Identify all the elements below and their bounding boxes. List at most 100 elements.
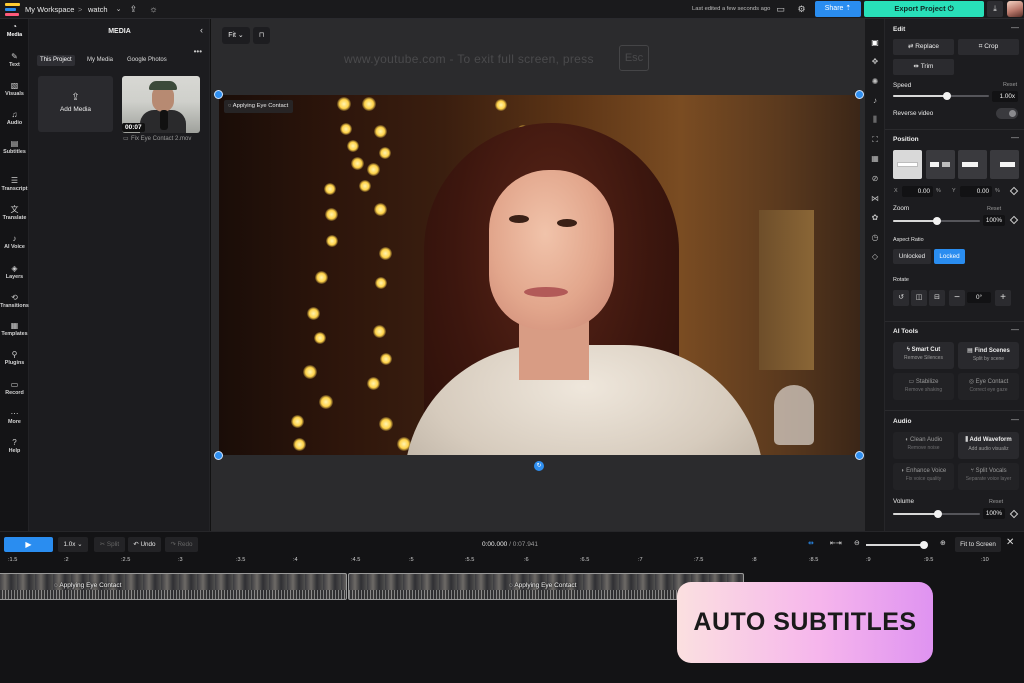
volume-slider-knob[interactable] <box>934 510 942 518</box>
sparkle-icon[interactable]: ✺ <box>869 76 881 88</box>
grid-icon[interactable]: ▦ <box>869 153 881 165</box>
timeline-clip[interactable]: ◌ Applying Eye Contact <box>0 573 347 600</box>
rotate-increase-button[interactable]: + <box>995 290 1011 306</box>
zoom-value[interactable]: 100% <box>983 215 1005 226</box>
video-preview[interactable] <box>219 95 860 455</box>
lightbulb-icon[interactable]: ☼ <box>148 4 159 15</box>
timer-icon[interactable]: ◷ <box>869 232 881 244</box>
add-waveform-card[interactable]: ⫼ Add Waveform Add audio visualiz <box>958 432 1019 459</box>
split-button[interactable]: ✂ Split <box>94 537 125 552</box>
zoom-slider-knob[interactable] <box>933 217 941 225</box>
flip-horizontal-button[interactable]: ◫ <box>911 290 927 306</box>
resize-handle-top-right[interactable] <box>855 90 864 99</box>
snap-icon[interactable]: ⇹ <box>808 539 814 547</box>
equalizer-icon[interactable]: ⫼ <box>869 114 881 126</box>
nav-help[interactable]: ? Help <box>0 438 29 455</box>
nav-transitions[interactable]: ⟲ Transitions <box>0 293 29 310</box>
rotate-handle[interactable]: ↻ <box>534 461 544 471</box>
aspect-locked-button[interactable]: Locked <box>934 249 965 264</box>
fit-width-icon[interactable]: ⇤⇥ <box>830 539 842 547</box>
nav-ai-voice[interactable]: ♪ AI Voice <box>0 234 29 251</box>
unlock-aspect-button[interactable]: ⊓ <box>253 27 270 44</box>
nav-visuals[interactable]: ▧ Visuals <box>0 81 29 98</box>
eye-contact-card[interactable]: ◎ Eye Contact Correct eye gaze <box>958 373 1019 400</box>
nav-text[interactable]: ✎ Text <box>0 52 29 69</box>
x-value[interactable]: 0.00 <box>902 186 933 197</box>
zoom-out-icon[interactable]: ⊖ <box>854 539 860 547</box>
volume-value[interactable]: 100% <box>983 508 1005 519</box>
smart-cut-card[interactable]: ϟ Smart Cut Remove Silences <box>893 342 954 369</box>
replace-button[interactable]: ⇄ Replace <box>893 39 954 55</box>
share-button[interactable]: Share ⇡ <box>815 1 861 17</box>
download-button[interactable]: ⤓ <box>987 1 1003 17</box>
crop-button[interactable]: ⌗ Crop <box>958 39 1019 55</box>
nav-media[interactable]: ◔ Media <box>0 22 29 39</box>
resize-handle-bottom-right[interactable] <box>855 451 864 460</box>
nav-plugins[interactable]: ⚲ Plugins <box>0 350 29 367</box>
link-icon[interactable]: ⊘ <box>869 173 881 185</box>
collapse-icon[interactable]: — <box>1011 133 1019 142</box>
transition-icon[interactable]: ⋈ <box>869 193 881 205</box>
rotate-left-button[interactable]: ↺ <box>893 290 909 306</box>
speed-slider-knob[interactable] <box>943 92 951 100</box>
position-right[interactable] <box>990 150 1019 179</box>
undo-button[interactable]: ↶ Undo <box>128 537 161 552</box>
upload-icon[interactable]: ⇪ <box>128 4 139 15</box>
clean-audio-card[interactable]: ◖ Clean Audio Remove noise <box>893 432 954 459</box>
speed-reset[interactable]: Reset <box>1003 82 1017 88</box>
layers-icon[interactable]: ◇ <box>869 251 881 263</box>
nav-layers[interactable]: ◈ Layers <box>0 264 29 281</box>
stabilize-card[interactable]: ▭ Stabilize Remove shaking <box>893 373 954 400</box>
fit-to-screen-button[interactable]: Fit to Screen <box>955 537 1001 552</box>
nav-record[interactable]: ▭ Record <box>0 380 29 397</box>
avatar[interactable] <box>1007 1 1023 17</box>
playback-speed-dropdown[interactable]: 1.0x ⌄ <box>58 537 88 552</box>
enhance-voice-card[interactable]: ◗ Enhance Voice Fix voice quality <box>893 463 954 490</box>
y-value[interactable]: 0.00 <box>960 186 992 197</box>
tab-my-media[interactable]: My Media <box>84 55 116 66</box>
nav-templates[interactable]: ▦ Templates <box>0 321 29 338</box>
keyframe-diamond-icon[interactable] <box>1009 509 1019 519</box>
timeline-ruler[interactable]: :1.5 :2 :2.5 :3 :3.5 :4 :4.5 :5 :5.5 :6 … <box>0 554 1024 566</box>
zoom-in-icon[interactable]: ⊕ <box>940 539 946 547</box>
export-project-button[interactable]: Export Project ⏻ <box>864 1 984 17</box>
flip-vertical-button[interactable]: ⊟ <box>929 290 945 306</box>
split-vocals-card[interactable]: ⑂ Split Vocals Separate voice layer <box>958 463 1019 490</box>
reverse-video-toggle[interactable] <box>996 108 1018 119</box>
collapse-icon[interactable]: — <box>1011 23 1019 32</box>
app-logo-icon[interactable] <box>5 3 20 16</box>
resize-handle-top-left[interactable] <box>214 90 223 99</box>
aspect-unlocked-button[interactable]: Unlocked <box>893 249 931 264</box>
resize-handle-bottom-left[interactable] <box>214 451 223 460</box>
more-options-icon[interactable]: ••• <box>194 47 202 56</box>
keyframe-diamond-icon[interactable] <box>1009 186 1019 196</box>
speed-value[interactable]: 1.00x <box>992 91 1018 102</box>
fit-dropdown[interactable]: Fit ⌄ <box>222 27 250 44</box>
position-left[interactable] <box>926 150 955 179</box>
play-button[interactable]: ▶ <box>4 537 53 552</box>
close-icon[interactable]: ✕ <box>1006 537 1014 548</box>
film-icon[interactable]: ▣ <box>869 37 881 49</box>
timeline-zoom-knob[interactable] <box>920 541 928 549</box>
chevron-down-icon[interactable]: ⌄ <box>113 4 124 15</box>
find-scenes-card[interactable]: ▤ Find Scenes Split by scene <box>958 342 1019 369</box>
nav-translate[interactable]: 文 Translate <box>0 205 29 222</box>
comment-icon[interactable]: ▭ <box>775 4 786 15</box>
trim-button[interactable]: ⇹ Trim <box>893 59 954 75</box>
workspace-link[interactable]: My Workspace <box>25 5 74 14</box>
gear-icon[interactable]: ⚙ <box>796 4 807 15</box>
tab-google-photos[interactable]: Google Photos <box>124 55 170 66</box>
tab-this-project[interactable]: This Project <box>37 55 75 66</box>
rotate-value[interactable]: 0° <box>967 292 991 303</box>
zoom-reset[interactable]: Reset <box>987 206 1001 212</box>
rotate-decrease-button[interactable]: − <box>949 290 965 306</box>
keyframe-diamond-icon[interactable] <box>1009 215 1019 225</box>
collapse-panel-icon[interactable]: ‹ <box>200 25 203 35</box>
collapse-icon[interactable]: — <box>1011 415 1019 424</box>
redo-button[interactable]: ↷ Redo <box>165 537 198 552</box>
volume-reset[interactable]: Reset <box>989 499 1003 505</box>
nav-audio[interactable]: ♫ Audio <box>0 110 29 127</box>
position-fill[interactable] <box>893 150 922 179</box>
add-media-button[interactable]: ⇪ Add Media <box>38 76 113 132</box>
nav-more[interactable]: ⋯ More <box>0 409 29 426</box>
